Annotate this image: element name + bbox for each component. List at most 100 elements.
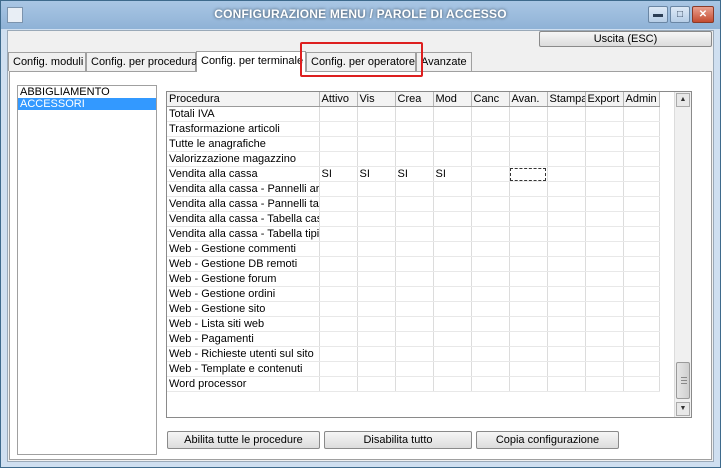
permission-cell[interactable] [509, 226, 548, 242]
tab-config-moduli[interactable]: Config. moduli [8, 52, 86, 71]
permission-cell[interactable] [471, 346, 510, 362]
permission-cell[interactable] [395, 331, 434, 347]
permission-cell[interactable] [357, 181, 396, 197]
permission-cell[interactable] [319, 331, 358, 347]
permission-cell[interactable] [471, 376, 510, 392]
column-header[interactable]: Export [585, 92, 624, 107]
permission-cell[interactable] [547, 196, 586, 212]
permission-cell[interactable] [623, 196, 660, 212]
permission-cell[interactable] [585, 376, 624, 392]
table-row[interactable]: Valorizzazione magazzino [167, 151, 660, 167]
permission-cell[interactable] [319, 361, 358, 377]
permission-cell[interactable] [357, 136, 396, 152]
permission-cell[interactable] [433, 316, 472, 332]
permission-cell[interactable] [623, 151, 660, 167]
permission-cell[interactable] [509, 286, 548, 302]
permission-cell[interactable] [509, 136, 548, 152]
maximize-button[interactable]: □ [670, 6, 690, 23]
permission-cell[interactable] [509, 361, 548, 377]
permission-cell[interactable] [433, 331, 472, 347]
permission-cell[interactable] [395, 226, 434, 242]
permission-cell[interactable] [471, 211, 510, 227]
permission-cell[interactable] [585, 196, 624, 212]
title-bar[interactable]: CONFIGURAZIONE MENU / PAROLE DI ACCESSO … [1, 1, 720, 29]
scroll-up-icon[interactable]: ▲ [676, 93, 690, 107]
column-header[interactable]: Mod [433, 92, 472, 107]
permission-cell[interactable] [623, 331, 660, 347]
permission-cell[interactable] [585, 241, 624, 257]
permission-cell[interactable] [509, 181, 548, 197]
table-row[interactable]: Web - Pagamenti [167, 331, 660, 347]
table-row[interactable]: Vendita alla cassa SI SI SI SI [167, 166, 660, 182]
permission-cell[interactable] [623, 316, 660, 332]
permission-cell[interactable] [585, 286, 624, 302]
permission-cell[interactable] [585, 121, 624, 137]
permission-cell[interactable] [357, 316, 396, 332]
table-row[interactable]: Web - Gestione sito [167, 301, 660, 317]
permission-cell[interactable] [471, 136, 510, 152]
permission-cell[interactable] [585, 181, 624, 197]
permission-cell[interactable] [433, 151, 472, 167]
permission-cell[interactable] [623, 256, 660, 272]
permission-cell[interactable] [547, 316, 586, 332]
table-row[interactable]: Web - Template e contenuti [167, 361, 660, 377]
permission-cell[interactable] [585, 346, 624, 362]
permission-cell[interactable] [509, 316, 548, 332]
permission-cell[interactable] [395, 211, 434, 227]
permission-cell[interactable] [319, 211, 358, 227]
column-header[interactable]: Admin [623, 92, 660, 107]
list-item[interactable]: ABBIGLIAMENTO [18, 86, 156, 98]
permission-cell[interactable] [357, 241, 396, 257]
list-item-selected[interactable]: ACCESSORI [18, 98, 156, 110]
permission-cell[interactable] [433, 211, 472, 227]
permission-cell[interactable] [433, 136, 472, 152]
permission-cell[interactable] [433, 256, 472, 272]
column-header[interactable]: Vis [357, 92, 396, 107]
scroll-thumb[interactable] [676, 362, 690, 399]
permission-cell[interactable] [357, 211, 396, 227]
permission-cell[interactable] [357, 121, 396, 137]
minimize-button[interactable]: ▬ [648, 6, 668, 23]
permission-cell[interactable] [319, 151, 358, 167]
vertical-scrollbar[interactable]: ▲ ▼ [674, 92, 691, 417]
permission-cell[interactable] [547, 151, 586, 167]
permission-cell[interactable] [509, 241, 548, 257]
table-row[interactable]: Tutte le anagrafiche [167, 136, 660, 152]
permission-cell[interactable] [547, 271, 586, 287]
table-row[interactable]: Vendita alla cassa - Pannelli tavol [167, 196, 660, 212]
permission-cell[interactable] [585, 301, 624, 317]
permission-cell[interactable] [547, 211, 586, 227]
permission-cell[interactable] [585, 331, 624, 347]
permission-cell[interactable] [585, 271, 624, 287]
table-row[interactable]: Totali IVA [167, 106, 660, 122]
permission-cell[interactable] [357, 361, 396, 377]
table-row[interactable]: Vendita alla cassa - Tabella tipi di [167, 226, 660, 242]
permission-cell[interactable] [433, 241, 472, 257]
permission-cell[interactable] [395, 106, 434, 122]
permission-cell[interactable] [623, 181, 660, 197]
disable-all-button[interactable]: Disabilita tutto [324, 431, 472, 449]
permission-cell[interactable] [433, 301, 472, 317]
permission-cell[interactable] [357, 196, 396, 212]
permission-cell[interactable] [623, 376, 660, 392]
permission-cell[interactable] [547, 361, 586, 377]
permission-cell[interactable] [319, 301, 358, 317]
table-row[interactable]: Web - Gestione DB remoti [167, 256, 660, 272]
enable-all-button[interactable]: Abilita tutte le procedure [167, 431, 320, 449]
permission-cell[interactable] [471, 241, 510, 257]
permission-cell[interactable] [547, 136, 586, 152]
permission-cell[interactable] [585, 136, 624, 152]
permission-cell[interactable] [319, 316, 358, 332]
permission-cell[interactable] [509, 211, 548, 227]
permission-cell[interactable] [623, 136, 660, 152]
table-row[interactable]: Web - Gestione forum [167, 271, 660, 287]
permission-cell[interactable] [623, 106, 660, 122]
permission-cell[interactable] [319, 376, 358, 392]
column-header[interactable]: Procedura [167, 92, 320, 107]
permission-cell[interactable] [623, 211, 660, 227]
permission-cell[interactable] [433, 196, 472, 212]
permission-cell[interactable] [585, 211, 624, 227]
permission-cell[interactable] [357, 301, 396, 317]
permission-cell[interactable] [395, 256, 434, 272]
table-row[interactable]: Vendita alla cassa - Pannelli artico [167, 181, 660, 197]
